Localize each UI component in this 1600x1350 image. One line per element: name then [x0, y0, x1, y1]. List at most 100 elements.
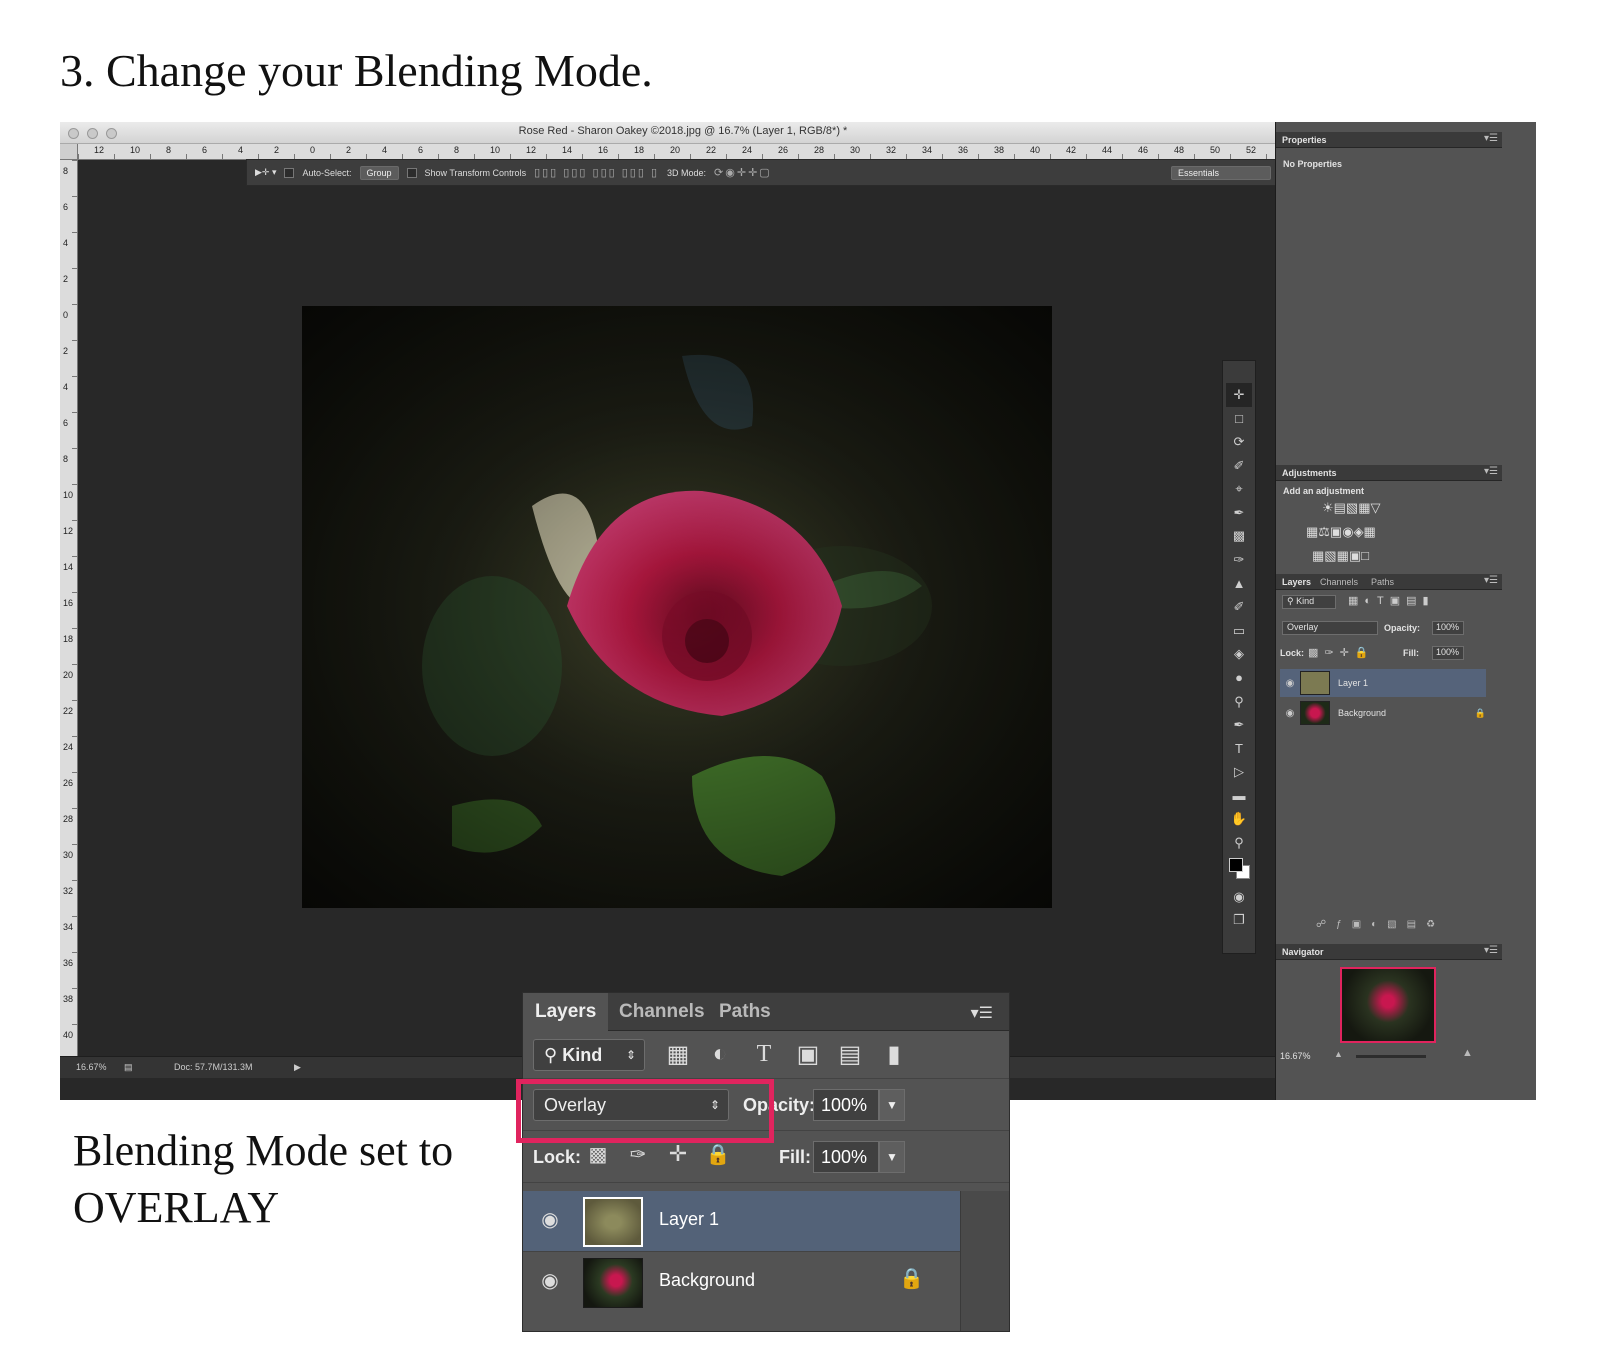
mini-channels-tab[interactable]: Channels [1320, 577, 1358, 587]
ruler-tick: 8 [63, 454, 69, 464]
brush-tool-icon[interactable]: ✑ [1226, 548, 1252, 572]
navigator-thumbnail[interactable] [1340, 967, 1436, 1043]
ruler-tick: 20 [670, 145, 681, 155]
panel-menu-icon[interactable]: ▾☰ [971, 1003, 993, 1023]
mini-kind-filter[interactable]: ⚲ Kind [1282, 595, 1336, 609]
lasso-tool-icon[interactable]: ⟳ [1226, 430, 1252, 454]
kind-filter-dropdown[interactable]: ⚲ Kind ⇕ [533, 1039, 645, 1071]
foreground-color[interactable] [1229, 857, 1243, 872]
lock-pixels-icon[interactable]: ✑ [623, 1139, 653, 1169]
ruler-tick: 10 [130, 145, 141, 155]
paint-bucket-tool-icon[interactable]: ◈ [1226, 643, 1252, 667]
eraser-tool-icon[interactable]: ▭ [1226, 619, 1252, 643]
mini-layer-row[interactable]: ◉ Layer 1 [1280, 669, 1486, 697]
shape-filter-icon[interactable]: ▣ [793, 1039, 823, 1069]
auto-select-checkbox[interactable] [284, 167, 295, 178]
workspace-dropdown[interactable]: Essentials [1171, 165, 1271, 180]
adjustment-icons-row[interactable]: ▦▧▦▣□ [1312, 548, 1369, 564]
document-canvas[interactable] [302, 306, 1052, 908]
shape-tool-icon[interactable]: ▬ [1226, 784, 1252, 808]
status-menu-icon[interactable]: ▤ [124, 1062, 133, 1073]
ruler-tick: 4 [382, 145, 388, 155]
screen-mode-icon[interactable]: ❐ [1226, 908, 1252, 932]
opacity-slider-button[interactable]: ▼ [879, 1089, 905, 1121]
adjustment-icons-row[interactable]: ☀▤▧▦▽ [1322, 500, 1381, 516]
tab-paths[interactable]: Paths [707, 993, 783, 1031]
3d-mode-icons[interactable]: ⟳◉✛✛▢ [714, 166, 772, 179]
zoom-out-icon[interactable]: ▲ [1334, 1049, 1343, 1059]
mini-layer-row[interactable]: ◉ Background 🔒 [1280, 699, 1486, 727]
quick-select-tool-icon[interactable]: ✐ [1226, 454, 1252, 478]
mini-lock-icons[interactable]: ▩✑✛🔒 [1308, 646, 1375, 659]
zoom-tool-icon[interactable]: ⚲ [1226, 831, 1252, 855]
healing-tool-icon[interactable]: ▩ [1226, 525, 1252, 549]
visibility-eye-icon[interactable]: ◉ [1280, 708, 1300, 719]
layer-action-icons[interactable]: ☍ƒ▣◐▧▤♻ [1316, 919, 1445, 930]
adjustment-filter-icon[interactable]: ◐ [705, 1039, 735, 1069]
lock-position-icon[interactable]: ✛ [663, 1139, 693, 1169]
auto-select-dropdown[interactable]: Group [359, 165, 399, 180]
fill-slider-button[interactable]: ▼ [879, 1141, 905, 1173]
blur-tool-icon[interactable]: ● [1226, 666, 1252, 690]
lock-transparency-icon[interactable]: ▩ [583, 1139, 613, 1169]
path-select-tool-icon[interactable]: ▷ [1226, 761, 1252, 785]
hand-tool-icon[interactable]: ✋ [1226, 808, 1252, 832]
navigator-zoom-readout[interactable]: 16.67% [1280, 1051, 1311, 1061]
mini-filter-icons[interactable]: ▦◐T▣▤▮ [1348, 594, 1435, 607]
tab-layers[interactable]: Layers [523, 993, 609, 1031]
properties-tab[interactable]: Properties [1282, 135, 1327, 145]
smart-object-filter-icon[interactable]: ▤ [835, 1039, 865, 1069]
clone-stamp-tool-icon[interactable]: ▲ [1226, 572, 1252, 596]
tab-channels[interactable]: Channels [607, 993, 717, 1031]
fill-field[interactable]: 100% [813, 1141, 879, 1173]
visibility-eye-icon[interactable]: ◉ [537, 1268, 563, 1294]
show-transform-checkbox[interactable] [406, 167, 417, 178]
add-adjustment-label: Add an adjustment [1283, 486, 1365, 496]
quick-mask-icon[interactable]: ◉ [1226, 885, 1252, 909]
layers-scrollbar[interactable] [960, 1191, 1009, 1331]
move-tool-preset-icon[interactable]: ▶✛ ▾ [255, 167, 276, 178]
mini-blend-mode-dropdown[interactable]: Overlay [1282, 621, 1378, 635]
zoom-in-icon[interactable]: ▲ [1462, 1047, 1473, 1059]
marquee-tool-icon[interactable]: □ [1226, 407, 1252, 431]
mini-paths-tab[interactable]: Paths [1371, 577, 1394, 587]
panel-menu-icon[interactable]: ▾☰ [1484, 945, 1498, 956]
align-icons[interactable]: ▯▯▯ ▯▯▯ ▯▯▯ ▯▯▯ ▯ [534, 166, 659, 179]
move-tool-icon[interactable]: ✛ [1226, 383, 1252, 407]
type-filter-icon[interactable]: T [749, 1039, 779, 1069]
layer-name: Background [659, 1270, 756, 1290]
mini-fill-field[interactable]: 100% [1432, 646, 1464, 660]
layer-row-layer-1[interactable]: ◉ Layer 1 [523, 1191, 960, 1251]
mini-opacity-field[interactable]: 100% [1432, 621, 1464, 635]
opacity-field[interactable]: 100% [813, 1089, 879, 1121]
caption-line-1: Blending Mode set to [73, 1126, 454, 1175]
visibility-eye-icon[interactable]: ◉ [1280, 678, 1300, 689]
type-tool-icon[interactable]: T [1226, 737, 1252, 761]
color-swatches[interactable] [1226, 855, 1252, 885]
panel-menu-icon[interactable]: ▾☰ [1484, 133, 1498, 144]
status-arrow-icon[interactable]: ▶ [294, 1062, 301, 1073]
pen-tool-icon[interactable]: ✒ [1226, 713, 1252, 737]
navigator-zoom-slider[interactable] [1356, 1055, 1426, 1058]
navigator-tab[interactable]: Navigator [1282, 947, 1324, 957]
layer-row-background[interactable]: ◉ Background 🔒 [523, 1251, 960, 1311]
ruler-tick: 4 [63, 238, 69, 248]
pixel-filter-icon[interactable]: ▦ [663, 1039, 693, 1069]
panel-menu-icon[interactable]: ▾☰ [1484, 466, 1498, 477]
adjustments-tab[interactable]: Adjustments [1282, 468, 1337, 478]
horizontal-ruler[interactable]: 12 10 8 6 4 2 0 2 4 6 8 10 12 14 16 18 2… [78, 144, 1306, 160]
ruler-tick: 26 [778, 145, 789, 155]
history-brush-tool-icon[interactable]: ✐ [1226, 595, 1252, 619]
filter-toggle-icon[interactable]: ▮ [879, 1039, 909, 1069]
lock-all-icon[interactable]: 🔒 [703, 1139, 733, 1169]
crop-tool-icon[interactable]: ⌖ [1226, 477, 1252, 501]
ruler-origin[interactable] [60, 144, 78, 160]
adjustment-icons-row[interactable]: ▦⚖▣◉◈▦ [1306, 524, 1376, 540]
dodge-tool-icon[interactable]: ⚲ [1226, 690, 1252, 714]
visibility-eye-icon[interactable]: ◉ [537, 1207, 563, 1233]
panel-menu-icon[interactable]: ▾☰ [1484, 575, 1498, 586]
mini-layers-tab[interactable]: Layers [1282, 577, 1311, 587]
eyedropper-tool-icon[interactable]: ✒ [1226, 501, 1252, 525]
vertical-ruler[interactable]: 8 6 4 2 0 2 4 6 8 10 12 14 16 18 20 22 2… [60, 160, 78, 1078]
zoom-readout[interactable]: 16.67% [76, 1062, 107, 1072]
